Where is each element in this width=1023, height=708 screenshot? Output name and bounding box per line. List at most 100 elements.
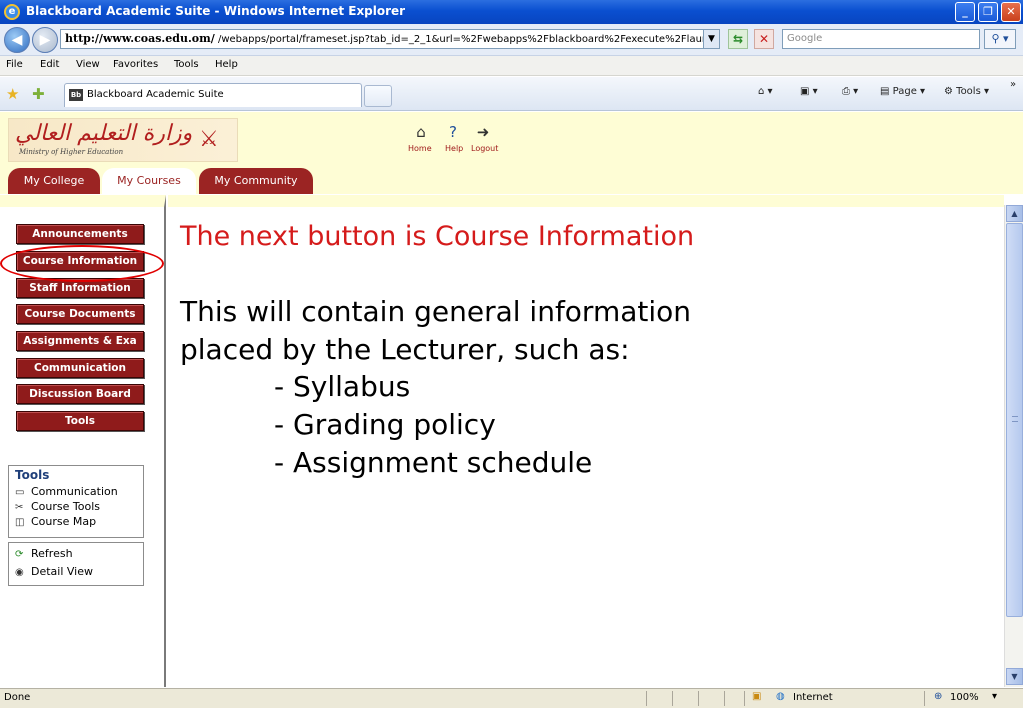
logo-english-text: Ministry of Higher Education [19, 148, 124, 156]
globe-icon: ◍ [776, 691, 785, 702]
home-icon[interactable]: ⌂ [411, 122, 431, 142]
tools-box-title: Tools [15, 468, 50, 482]
favorites-star-icon[interactable]: ★ [6, 85, 19, 103]
minimize-button[interactable]: _ [955, 2, 975, 22]
home-link[interactable]: Home [408, 144, 432, 153]
refresh-go-icon[interactable]: ⇆ [728, 29, 748, 49]
page-menu[interactable]: ▤ Page ▾ [880, 86, 925, 97]
logo-arabic-text: وزارة التعليم العالي [15, 121, 193, 146]
bullet-grading-policy: - Grading policy [274, 408, 496, 441]
scrollbar-thumb[interactable] [1006, 223, 1023, 617]
highlight-ring [0, 245, 164, 282]
course-map-icon: ◫ [15, 517, 25, 528]
menu-tools[interactable]: Tools [174, 59, 199, 70]
status-divider [646, 691, 647, 706]
course-tools-icon: ✂ [15, 502, 24, 513]
gear-icon: ⚙ [944, 86, 957, 97]
detail-view-icon: ◉ [15, 567, 24, 578]
tools-box: Tools ▭ Communication ✂ Course Tools ◫ Cour… [8, 465, 144, 538]
assignments-exams-button[interactable]: Assignments & Exa [16, 331, 144, 351]
communication-icon: ▭ [15, 487, 25, 498]
menu-file[interactable]: File [6, 59, 23, 70]
protected-mode-icon[interactable]: ▣ [752, 691, 761, 702]
tools-item-label: Course Map [31, 515, 97, 528]
close-button[interactable]: ✕ [1001, 2, 1021, 22]
tab-bar: ★ ✚ Bb Blackboard Academic Suite ⌂ ▾ ▣ ▾… [0, 77, 1023, 111]
help-icon[interactable]: ? [443, 122, 463, 142]
back-button[interactable]: ◀ [4, 27, 30, 53]
tools-menu[interactable]: ⚙ Tools ▾ [944, 86, 989, 97]
bullet-assignment-schedule: - Assignment schedule [274, 446, 593, 479]
detail-view-link[interactable]: ◉ Detail View [9, 564, 143, 579]
status-divider [924, 691, 925, 706]
announcements-button[interactable]: Announcements [16, 224, 144, 244]
content-frame: The next button is Course Information Th… [168, 195, 1004, 687]
menu-edit[interactable]: Edit [40, 59, 59, 70]
zoom-level[interactable]: 100% [950, 692, 979, 703]
tools-button[interactable]: Tools [16, 411, 144, 431]
stop-icon[interactable]: ✕ [754, 29, 774, 49]
security-zone-label: Internet [793, 692, 833, 703]
browser-tab-label: Blackboard Academic Suite [87, 89, 224, 100]
status-divider [672, 691, 673, 706]
window-title: Blackboard Academic Suite - Windows Inte… [26, 4, 406, 18]
restore-button[interactable]: ❐ [978, 2, 998, 22]
window-titlebar: e Blackboard Academic Suite - Windows In… [0, 0, 1023, 24]
refresh-link[interactable]: ⟳ Refresh [9, 546, 143, 561]
status-divider [744, 691, 745, 706]
logout-icon[interactable]: ➜ [473, 122, 493, 142]
status-divider [724, 691, 725, 706]
zoom-dropdown-icon[interactable]: ▾ [992, 691, 997, 702]
tools-menu-label: Tools [956, 86, 981, 97]
browser-tab[interactable]: Bb Blackboard Academic Suite [64, 83, 362, 107]
new-tab-button[interactable] [364, 85, 392, 107]
tab-my-community[interactable]: My Community [199, 168, 313, 194]
search-icon[interactable]: ⚲ ▾ [984, 29, 1016, 49]
communication-button[interactable]: Communication [16, 358, 144, 378]
search-input[interactable]: Google [782, 29, 980, 49]
logout-link[interactable]: Logout [471, 144, 498, 153]
content-heading: The next button is Course Information [180, 221, 695, 252]
ministry-logo: وزارة التعليم العالي Ministry of Higher … [8, 118, 238, 162]
tab-my-courses[interactable]: My Courses [102, 168, 196, 194]
address-dropdown-icon[interactable]: ▼ [703, 30, 719, 48]
print-icon[interactable]: ⎙ ▾ [842, 86, 858, 97]
menu-view[interactable]: View [76, 59, 100, 70]
site-header: وزارة التعليم العالي Ministry of Higher … [0, 112, 1023, 194]
url-path: /webapps/portal/frameset.jsp?tab_id=_2_1… [217, 34, 714, 45]
menu-help[interactable]: Help [215, 59, 238, 70]
content-paragraph-line-2: placed by the Lecturer, such as: [180, 333, 630, 366]
view-box: ⟳ Refresh ◉ Detail View [8, 542, 144, 586]
menu-bar: File Edit View Favorites Tools Help [0, 56, 1023, 76]
forward-button[interactable]: ▶ [32, 27, 58, 53]
add-favorite-icon[interactable]: ✚ [32, 85, 45, 103]
tools-item-label: Communication [31, 485, 118, 498]
content-paragraph-line-1: This will contain general information [180, 295, 692, 328]
page-menu-label: Page [892, 86, 917, 97]
bullet-syllabus: - Syllabus [274, 370, 411, 403]
internet-explorer-icon: e [4, 4, 20, 20]
home-icon[interactable]: ⌂ ▾ [758, 86, 773, 97]
url-host: http://www.coas.edu.om/ [65, 32, 215, 45]
zoom-icon: ⊕ [934, 691, 943, 702]
chevron-more-icon[interactable]: » [1010, 79, 1016, 90]
tab-my-college[interactable]: My College [8, 168, 100, 194]
refresh-icon: ⟳ [15, 549, 24, 560]
crossed-swords-icon: ⚔ [199, 127, 219, 152]
help-link[interactable]: Help [445, 144, 463, 153]
tools-item-course-map[interactable]: ◫ Course Map [9, 514, 143, 529]
scroll-down-icon[interactable]: ▼ [1006, 668, 1023, 685]
discussion-board-button[interactable]: Discussion Board [16, 384, 144, 404]
feeds-icon[interactable]: ▣ ▾ [800, 86, 818, 97]
scroll-up-icon[interactable]: ▲ [1006, 205, 1023, 222]
status-divider [698, 691, 699, 706]
course-documents-button[interactable]: Course Documents [16, 304, 144, 324]
tools-item-label: Course Tools [31, 500, 100, 513]
refresh-label: Refresh [31, 547, 73, 560]
tools-item-communication[interactable]: ▭ Communication [9, 484, 143, 499]
page-icon: ▤ [880, 86, 893, 97]
address-bar[interactable]: http://www.coas.edu.om/ /webapps/portal/… [60, 29, 720, 49]
menu-favorites[interactable]: Favorites [113, 59, 158, 70]
vertical-scrollbar[interactable]: ▲ ▼ [1004, 205, 1023, 687]
tools-item-course-tools[interactable]: ✂ Course Tools [9, 499, 143, 514]
